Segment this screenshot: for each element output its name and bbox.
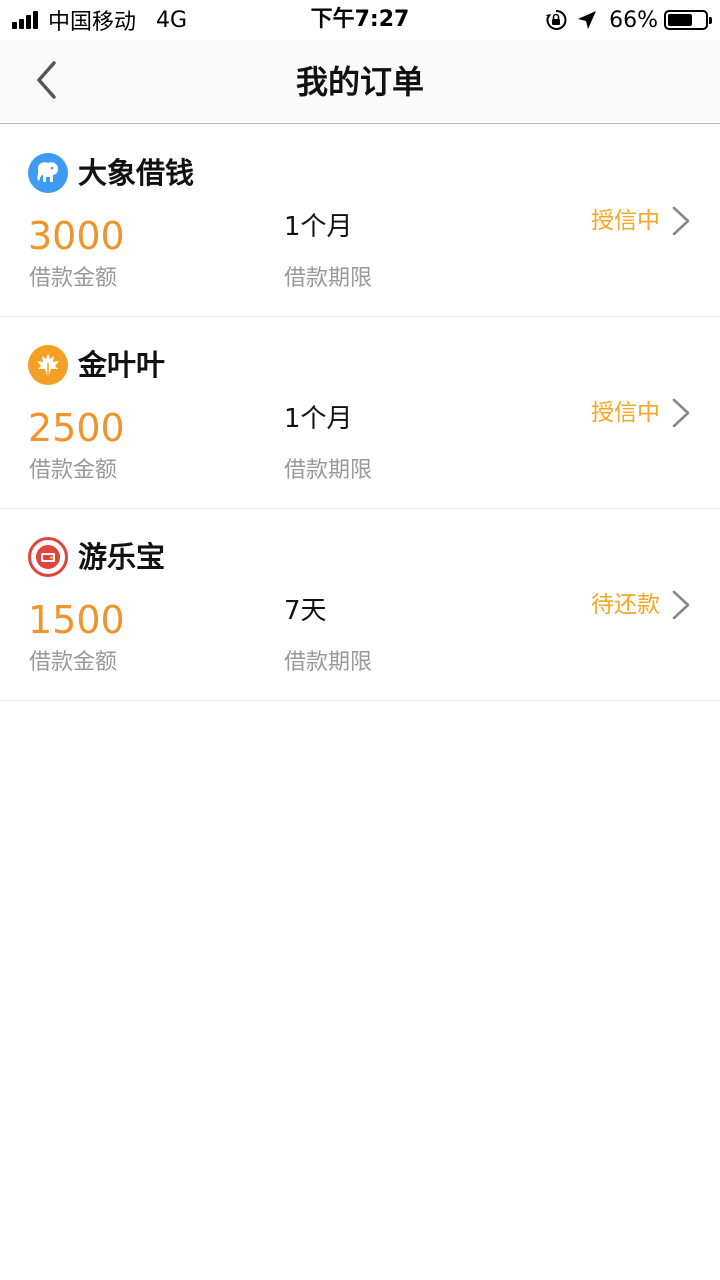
loan-amount: 2500 — [28, 406, 125, 450]
merchant-name: 大象借钱 — [78, 156, 195, 190]
order-status: 授信中 — [591, 208, 660, 234]
order-item[interactable]: 大象借钱 3000 借款金额 1个月 借款期限 授信中 — [0, 125, 720, 317]
status-bar: 中国移动 4G 下午7:27 66% — [0, 0, 720, 40]
loan-term-label: 借款期限 — [284, 650, 373, 675]
orientation-lock-icon — [546, 9, 567, 30]
elephant-icon — [28, 153, 68, 193]
loan-term-label: 借款期限 — [284, 266, 373, 291]
order-item[interactable]: 金叶叶 2500 借款金额 1个月 借款期限 授信中 — [0, 317, 720, 509]
battery-percent: 66% — [609, 7, 658, 33]
loan-term: 1个月 — [284, 404, 353, 434]
order-item[interactable]: 游乐宝 1500 借款金额 7天 借款期限 待还款 — [0, 509, 720, 701]
chevron-right-icon — [672, 398, 690, 428]
merchant-name: 金叶叶 — [78, 348, 166, 382]
location-arrow-icon — [578, 11, 597, 29]
loan-amount: 3000 — [28, 214, 125, 258]
loan-term: 1个月 — [284, 212, 353, 242]
order-status: 待还款 — [591, 592, 660, 618]
page-title: 我的订单 — [295, 63, 424, 101]
order-list: 大象借钱 3000 借款金额 1个月 借款期限 授信中 金叶叶 2500 借款金… — [0, 125, 720, 701]
loan-term: 7天 — [284, 596, 327, 626]
wallet-icon — [28, 537, 68, 577]
order-status: 授信中 — [591, 400, 660, 426]
nav-bar: 我的订单 — [0, 40, 720, 124]
chevron-right-icon — [672, 206, 690, 236]
loan-amount-label: 借款金额 — [29, 650, 118, 675]
status-right: 66% — [545, 6, 712, 34]
chevron-right-icon — [672, 590, 690, 620]
loan-amount: 1500 — [28, 598, 125, 642]
merchant-name: 游乐宝 — [78, 540, 166, 574]
battery-icon — [664, 10, 712, 30]
maple-leaf-icon — [28, 345, 68, 385]
loan-term-label: 借款期限 — [284, 458, 373, 483]
battery-fill — [668, 14, 692, 26]
loan-amount-label: 借款金额 — [29, 266, 118, 291]
loan-amount-label: 借款金额 — [29, 458, 118, 483]
